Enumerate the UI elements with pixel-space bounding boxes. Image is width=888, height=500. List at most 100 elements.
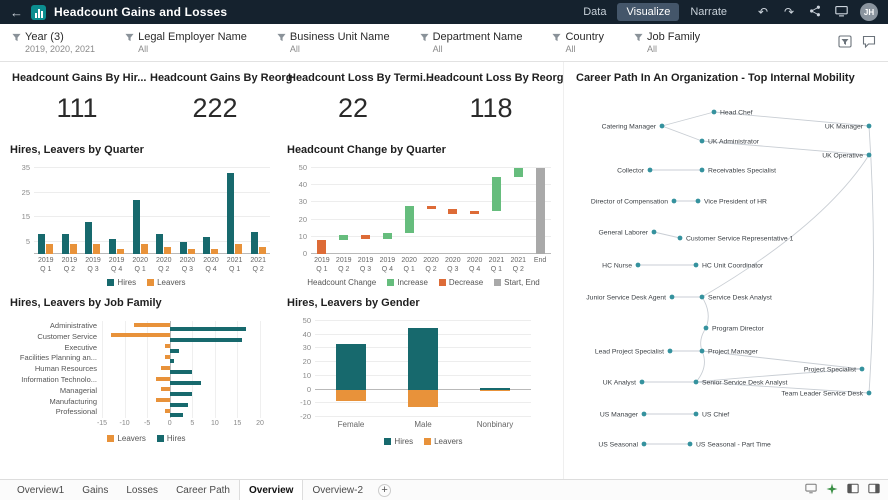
bar-leavers[interactable] <box>46 244 53 254</box>
kpi-headcount-gains-by-reorg[interactable]: Headcount Gains By Reorg 222 <box>146 68 284 134</box>
waterfall-bar[interactable] <box>383 233 392 238</box>
bar-leavers[interactable] <box>165 355 170 359</box>
bar-leavers[interactable] <box>117 249 124 254</box>
bar-leavers[interactable] <box>259 247 266 254</box>
career-path-panel[interactable]: Career Path In An Organization - Top Int… <box>563 62 888 479</box>
bar-hires[interactable] <box>170 359 175 363</box>
waterfall-bar[interactable] <box>536 168 545 254</box>
career-path-network[interactable]: Catering ManagerHead ChefUK ManagerUK Ad… <box>574 92 880 464</box>
properties-panel-icon[interactable] <box>868 483 880 497</box>
view-tab-visualize[interactable]: Visualize <box>617 3 679 21</box>
bar-leavers[interactable] <box>165 409 170 413</box>
bar-hires[interactable] <box>170 392 193 396</box>
bar-hires[interactable] <box>170 413 184 417</box>
bar-hires[interactable] <box>251 232 258 254</box>
present-export-icon[interactable] <box>832 5 850 20</box>
chart-hires-leavers-by-quarter[interactable]: Hires, Leavers by Quarter 51525352019Q 1… <box>8 134 285 287</box>
legend-item-decrease[interactable]: Decrease <box>439 278 483 287</box>
bar-leavers[interactable] <box>408 390 438 408</box>
bar-leavers[interactable] <box>156 398 170 402</box>
legend-item-headcount-change[interactable]: Headcount Change <box>307 278 376 287</box>
filter-business-unit-name[interactable]: Business Unit Name All <box>277 31 390 54</box>
present-mode-icon[interactable] <box>805 483 817 497</box>
limit-values-icon[interactable] <box>838 35 852 51</box>
bar-hires[interactable] <box>170 338 242 342</box>
auto-insights-icon[interactable] <box>826 483 838 498</box>
bar-leavers[interactable] <box>211 249 218 254</box>
kpi-headcount-loss-by-reorg[interactable]: Headcount Loss By Reorg 118 <box>422 68 560 134</box>
bar-leavers[interactable] <box>165 344 170 348</box>
filter-legal-employer-name[interactable]: Legal Employer Name All <box>125 31 247 54</box>
bar-leavers[interactable] <box>141 244 148 254</box>
bar-hires[interactable] <box>62 234 69 254</box>
bar-leavers[interactable] <box>111 333 170 337</box>
bar-hires[interactable] <box>170 403 188 407</box>
canvas-tab-overview[interactable]: Overview <box>239 480 303 500</box>
filter-country[interactable]: Country All <box>552 31 604 54</box>
waterfall-bar[interactable] <box>448 209 457 214</box>
filter-job-family[interactable]: Job Family All <box>634 31 700 54</box>
add-canvas-icon[interactable]: + <box>378 484 391 497</box>
bar-leavers[interactable] <box>480 390 510 391</box>
redo-icon[interactable]: ↷ <box>780 5 798 19</box>
waterfall-bar[interactable] <box>492 177 501 211</box>
legend-item-leavers[interactable]: Leavers <box>424 437 462 446</box>
share-icon[interactable] <box>806 5 824 20</box>
legend-item-hires[interactable]: Hires <box>384 437 413 446</box>
user-avatar[interactable]: JH <box>860 3 878 21</box>
bar-hires[interactable] <box>170 381 202 385</box>
bar-hires[interactable] <box>227 173 234 254</box>
bar-leavers[interactable] <box>134 323 170 327</box>
bar-leavers[interactable] <box>235 244 242 254</box>
view-tab-narrate[interactable]: Narrate <box>681 3 736 21</box>
legend-item-increase[interactable]: Increase <box>387 278 428 287</box>
bar-leavers[interactable] <box>164 247 171 254</box>
bar-hires[interactable] <box>156 234 163 254</box>
waterfall-bar[interactable] <box>405 206 414 234</box>
bar-hires[interactable] <box>180 242 187 254</box>
legend-item-leavers[interactable]: Leavers <box>147 278 185 287</box>
bar-hires[interactable] <box>336 344 366 389</box>
bar-hires[interactable] <box>109 239 116 254</box>
waterfall-bar[interactable] <box>514 168 523 177</box>
legend-item-leavers[interactable]: Leavers <box>107 434 145 443</box>
bar-leavers[interactable] <box>70 244 77 254</box>
waterfall-bar[interactable] <box>317 240 326 254</box>
bar-hires[interactable] <box>38 234 45 254</box>
waterfall-bar[interactable] <box>470 211 479 214</box>
canvas-tab-overview-2[interactable]: Overview-2 <box>303 480 372 500</box>
bar-hires[interactable] <box>85 222 92 254</box>
bar-hires[interactable] <box>170 349 179 353</box>
canvas-tab-gains[interactable]: Gains <box>73 480 117 500</box>
comments-icon[interactable] <box>862 35 876 51</box>
back-icon[interactable]: ← <box>10 5 23 20</box>
bar-leavers[interactable] <box>161 366 170 370</box>
grammar-panel-icon[interactable] <box>847 483 859 497</box>
bar-leavers[interactable] <box>336 390 366 401</box>
bar-leavers[interactable] <box>156 377 170 381</box>
chart-hires-leavers-by-job-family[interactable]: Hires, Leavers by Job Family Administrat… <box>8 287 285 446</box>
view-tab-data[interactable]: Data <box>574 3 615 21</box>
waterfall-bar[interactable] <box>339 235 348 240</box>
legend-item-start-end[interactable]: Start, End <box>494 278 540 287</box>
bar-hires[interactable] <box>170 327 247 331</box>
chart-headcount-change-by-quarter[interactable]: Headcount Change by Quarter 010203040502… <box>285 134 562 287</box>
waterfall-bar[interactable] <box>427 206 436 209</box>
kpi-headcount-loss-by-termi[interactable]: Headcount Loss By Termi... 22 <box>284 68 422 134</box>
bar-hires[interactable] <box>170 370 193 374</box>
canvas-tab-losses[interactable]: Losses <box>117 480 167 500</box>
bar-leavers[interactable] <box>161 387 170 391</box>
canvas-tab-overview1[interactable]: Overview1 <box>8 480 73 500</box>
filter-department-name[interactable]: Department Name All <box>420 31 523 54</box>
bar-hires[interactable] <box>203 237 210 254</box>
bar-leavers[interactable] <box>188 249 195 254</box>
canvas-tab-career-path[interactable]: Career Path <box>167 480 239 500</box>
bar-hires[interactable] <box>133 200 140 254</box>
bar-hires[interactable] <box>408 328 438 390</box>
undo-icon[interactable]: ↶ <box>754 5 772 19</box>
bar-leavers[interactable] <box>93 244 100 254</box>
waterfall-bar[interactable] <box>361 235 370 238</box>
kpi-headcount-gains-by-hir[interactable]: Headcount Gains By Hir... 111 <box>8 68 146 134</box>
chart-hires-leavers-by-gender[interactable]: Hires, Leavers by Gender -20-10010203040… <box>285 287 562 446</box>
filter-year-3[interactable]: Year (3) 2019, 2020, 2021 <box>12 31 95 54</box>
